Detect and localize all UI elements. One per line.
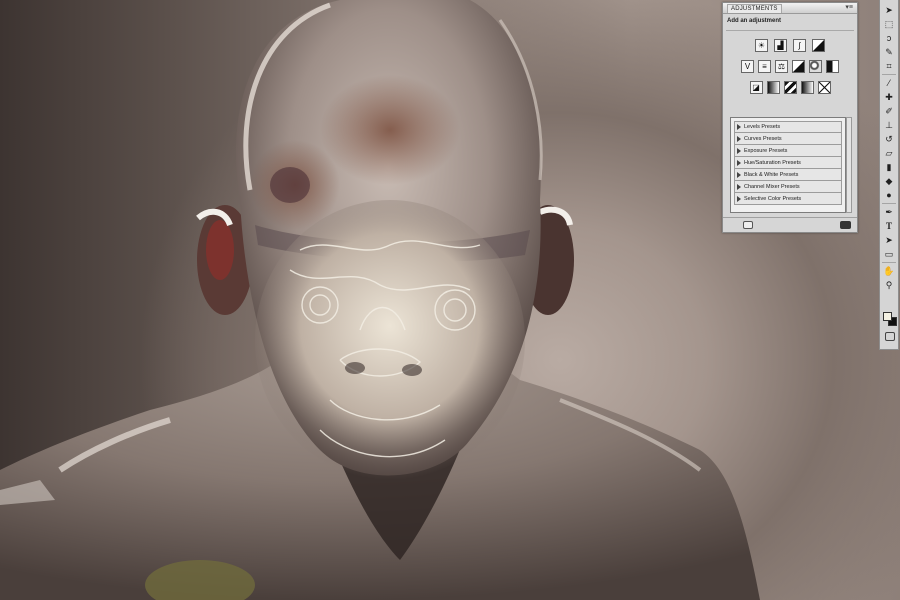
brush-tool-icon[interactable]: ✐ bbox=[882, 105, 896, 117]
posterize-icon[interactable] bbox=[766, 81, 780, 94]
expand-triangle-icon[interactable] bbox=[737, 147, 741, 154]
quick-mask-icon[interactable] bbox=[885, 332, 895, 341]
pen-tool-icon[interactable]: ✒ bbox=[882, 206, 896, 218]
eraser-tool-icon[interactable]: ▱ bbox=[882, 147, 896, 159]
expand-triangle-icon[interactable] bbox=[737, 171, 741, 178]
invert-icon[interactable]: ◪ bbox=[749, 81, 763, 94]
preset-label: Black & White Presets bbox=[744, 171, 799, 178]
clone-stamp-tool-icon[interactable]: ⊥ bbox=[882, 119, 896, 131]
preset-item-curves[interactable]: Curves Presets bbox=[734, 133, 842, 145]
lasso-tool-icon[interactable]: ↄ bbox=[882, 32, 896, 44]
expand-triangle-icon[interactable] bbox=[737, 183, 741, 190]
adjustment-icon-row-3: ◪ bbox=[723, 81, 857, 94]
curves-icon[interactable]: ∫ bbox=[793, 39, 806, 52]
hand-tool-icon[interactable]: ✋ bbox=[882, 265, 896, 277]
black-white-icon[interactable] bbox=[792, 60, 805, 73]
preset-item-exposure[interactable]: Exposure Presets bbox=[734, 145, 842, 157]
clip-to-layer-icon[interactable] bbox=[743, 221, 753, 229]
adjustments-panel-footer bbox=[723, 217, 857, 232]
divider bbox=[726, 30, 854, 31]
divider bbox=[882, 74, 896, 75]
preset-label: Levels Presets bbox=[744, 124, 781, 130]
preset-item-hue-saturation[interactable]: Hue/Saturation Presets bbox=[734, 157, 842, 169]
preset-label: Channel Mixer Presets bbox=[744, 183, 800, 190]
brightness-contrast-icon[interactable]: ☀ bbox=[755, 39, 768, 52]
quick-select-tool-icon[interactable]: ✎ bbox=[882, 46, 896, 58]
foreground-color-swatch[interactable] bbox=[883, 312, 892, 321]
adjustments-panel-header[interactable]: ADJUSTMENTS ▾≡ bbox=[723, 3, 857, 14]
divider bbox=[882, 203, 896, 204]
preset-label: Exposure Presets bbox=[744, 147, 788, 154]
selective-color-icon[interactable] bbox=[817, 81, 831, 94]
preset-label: Selective Color Presets bbox=[744, 195, 802, 202]
expand-triangle-icon[interactable] bbox=[737, 159, 741, 166]
crop-tool-icon[interactable]: ⌗ bbox=[882, 60, 896, 72]
shape-tool-icon[interactable]: ▭ bbox=[882, 248, 896, 260]
preset-item-selective-color[interactable]: Selective Color Presets bbox=[734, 193, 842, 205]
photo-filter-icon[interactable] bbox=[809, 60, 822, 73]
vibrance-icon[interactable]: V bbox=[741, 60, 754, 73]
divider bbox=[882, 262, 896, 263]
hue-saturation-icon[interactable]: ≡ bbox=[758, 60, 771, 73]
exposure-icon[interactable] bbox=[812, 39, 825, 52]
marquee-tool-icon[interactable]: ⬚ bbox=[882, 18, 896, 30]
adjustment-icon-row-2: V ≡ ⚖ bbox=[723, 60, 857, 73]
panel-menu-icon[interactable]: ▾≡ bbox=[845, 3, 853, 12]
color-balance-icon[interactable]: ⚖ bbox=[775, 60, 788, 73]
gradient-map-icon[interactable] bbox=[800, 81, 814, 94]
adjustments-subtitle: Add an adjustment bbox=[727, 18, 782, 24]
preset-item-channel-mixer[interactable]: Channel Mixer Presets bbox=[734, 181, 842, 193]
threshold-icon[interactable] bbox=[783, 81, 797, 94]
healing-brush-tool-icon[interactable]: ✚ bbox=[882, 91, 896, 103]
dodge-tool-icon[interactable]: ● bbox=[882, 189, 896, 201]
tools-panel-header[interactable] bbox=[880, 0, 898, 2]
preview-icon[interactable] bbox=[840, 221, 851, 229]
presets-scrollbar[interactable] bbox=[846, 117, 852, 213]
preset-item-levels[interactable]: Levels Presets bbox=[734, 121, 842, 133]
history-brush-tool-icon[interactable]: ↺ bbox=[882, 133, 896, 145]
eyedropper-tool-icon[interactable]: ⁄ bbox=[882, 77, 896, 89]
preset-label: Curves Presets bbox=[744, 135, 782, 142]
preset-item-black-white[interactable]: Black & White Presets bbox=[734, 169, 842, 181]
presets-list: Levels Presets Curves Presets Exposure P… bbox=[730, 117, 846, 213]
channel-mixer-icon[interactable] bbox=[826, 60, 839, 73]
gradient-tool-icon[interactable]: ▮ bbox=[882, 161, 896, 173]
adjustments-tab[interactable]: ADJUSTMENTS bbox=[727, 4, 782, 13]
expand-triangle-icon[interactable] bbox=[737, 135, 741, 142]
zoom-tool-icon[interactable]: ⚲ bbox=[882, 279, 896, 291]
type-tool-icon[interactable]: T bbox=[882, 220, 896, 232]
levels-icon[interactable]: ▟ bbox=[774, 39, 787, 52]
expand-triangle-icon[interactable] bbox=[737, 124, 741, 130]
preset-label: Hue/Saturation Presets bbox=[744, 159, 801, 166]
blur-tool-icon[interactable]: ◆ bbox=[882, 175, 896, 187]
tools-panel: ➤ ⬚ ↄ ✎ ⌗ ⁄ ✚ ✐ ⊥ ↺ ▱ ▮ ◆ ● ✒ T ➤ ▭ ✋ ⚲ bbox=[879, 0, 899, 350]
adjustments-panel: ADJUSTMENTS ▾≡ Add an adjustment ☀ ▟ ∫ V… bbox=[722, 2, 858, 233]
adjustment-icon-row-1: ☀ ▟ ∫ bbox=[723, 39, 857, 52]
expand-triangle-icon[interactable] bbox=[737, 195, 741, 202]
path-select-tool-icon[interactable]: ➤ bbox=[882, 234, 896, 246]
move-tool-icon[interactable]: ➤ bbox=[882, 4, 896, 16]
